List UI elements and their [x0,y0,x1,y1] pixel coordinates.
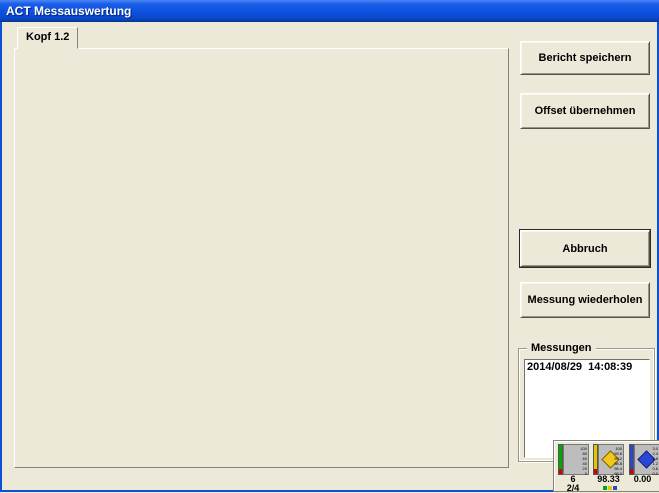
measurement-list-item[interactable]: 2014/08/29 14:08:39 [525,360,649,374]
gauge-panel-1: 100806040200 [558,444,589,475]
abort-label: Abbruch [562,243,607,255]
repeat-measurement-label: Messung wiederholen [528,294,643,306]
gauge-scale-box: 3.02.41.81.20.60.0 [634,444,659,475]
gauge-tick-labels: 3.02.41.81.20.60.0 [652,446,658,476]
repeat-measurement-button[interactable]: Messung wiederholen [520,282,650,318]
mini-gauge-icon [603,486,617,490]
status-gauge-widget: 10080604020062/410099.699.298.898.498.09… [553,440,659,492]
gauge-panel-3: 3.02.41.81.20.60.0 [629,444,659,475]
gauge-value: 0.00 [627,475,658,484]
tab-kopf-1-2[interactable]: Kopf 1.2 [17,27,78,49]
apply-offset-button[interactable]: Offset übernehmen [520,93,650,129]
gauge-tick-labels: 100806040200 [580,446,587,476]
app-window: ACT Messauswertung Kopf 1.2 P&P-Modul Po… [0,0,659,492]
apply-offset-label: Offset übernehmen [535,105,636,117]
gauge-tick-labels: 10099.699.298.898.498.0 [614,446,622,476]
gauge-scale-box: 10099.699.298.898.498.0 [598,444,624,475]
messungen-group-label: Messungen [527,341,596,355]
gauge-panel-2: 10099.699.298.898.498.0 [593,444,624,475]
abort-button[interactable]: Abbruch [520,230,650,267]
tab-page [14,48,509,468]
save-report-button[interactable]: Bericht speichern [520,41,650,75]
tab-label: Kopf 1.2 [26,31,69,43]
gauge-value: 98.33 [591,475,626,484]
save-report-label: Bericht speichern [539,52,632,64]
gauge-scale-box: 100806040200 [563,444,589,475]
title-bar: ACT Messauswertung [0,0,659,22]
window-title: ACT Messauswertung [6,4,131,18]
